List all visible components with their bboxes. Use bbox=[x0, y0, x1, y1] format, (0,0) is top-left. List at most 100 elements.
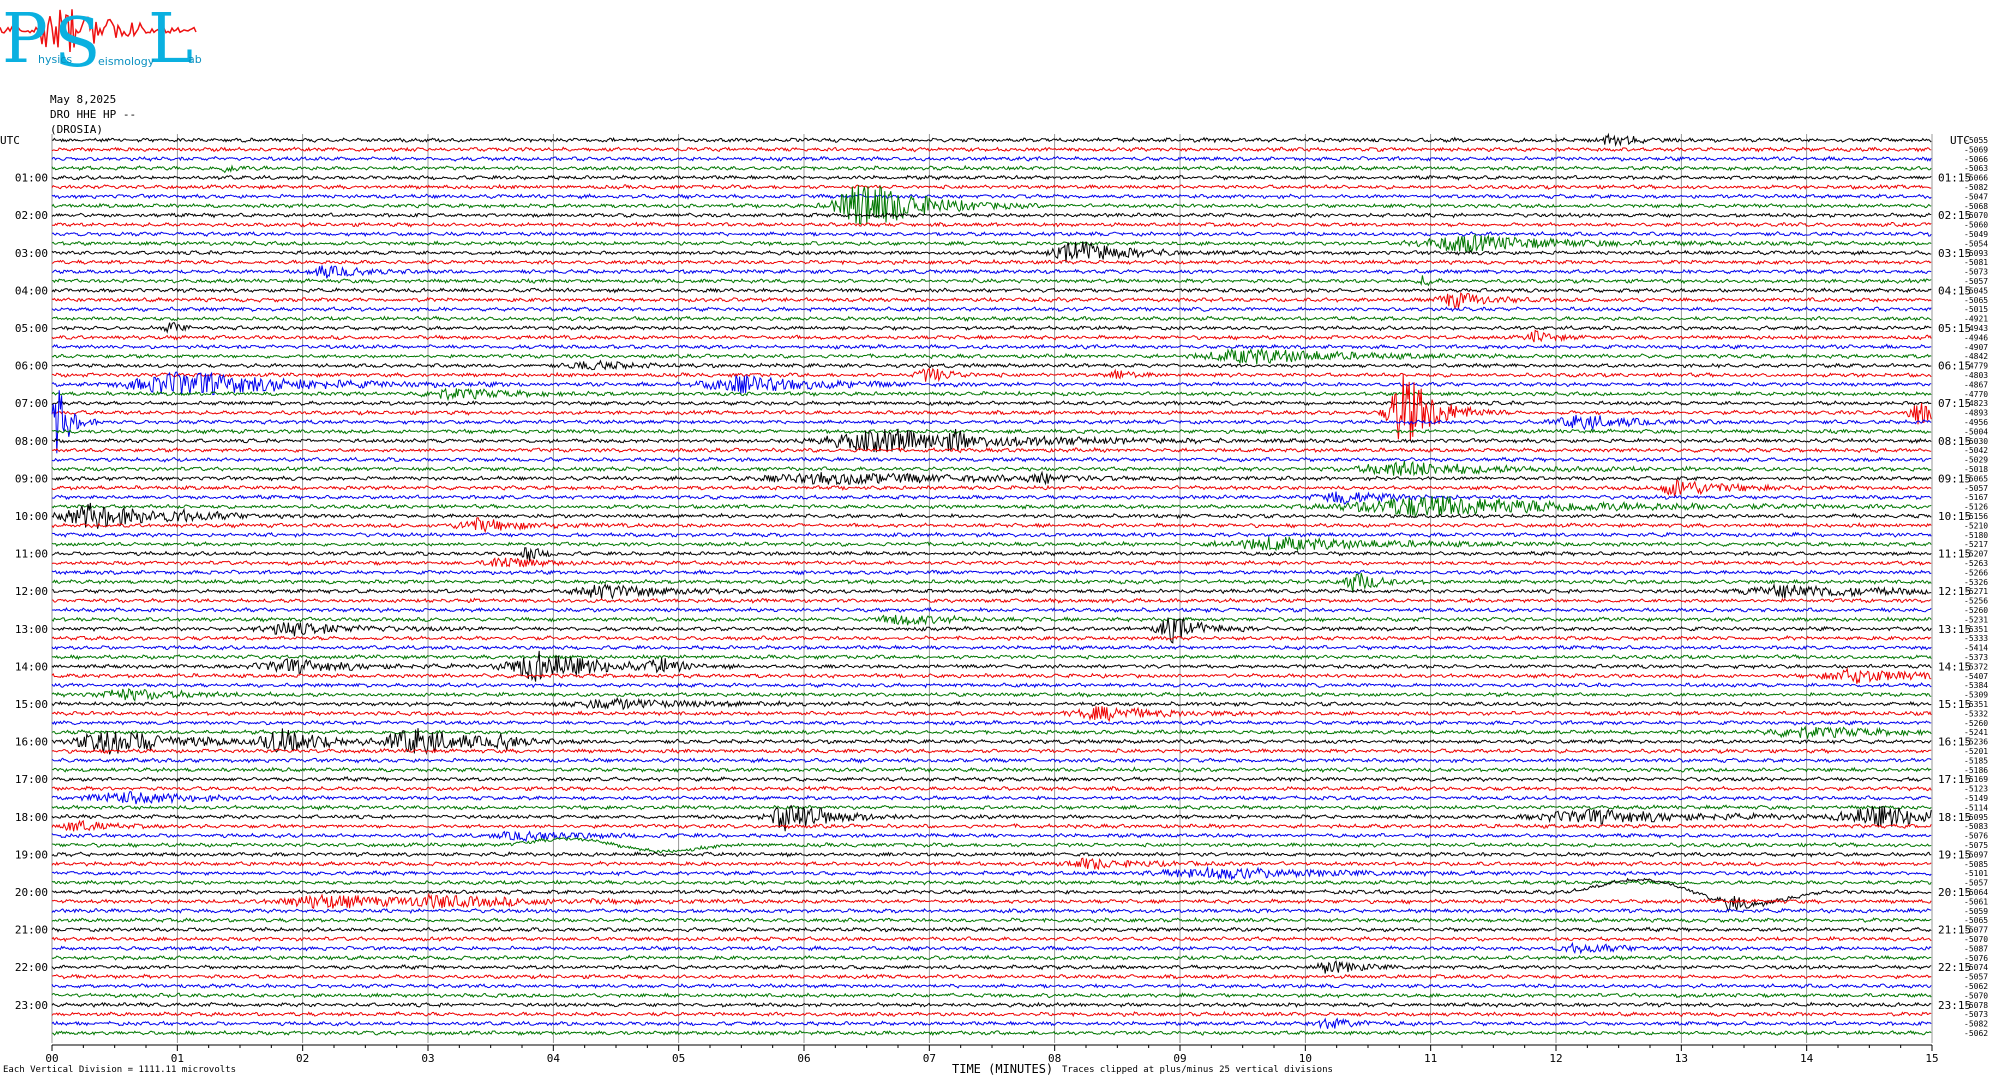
trace-line bbox=[51, 696, 1932, 711]
trace-offset-label: -4842 bbox=[1964, 352, 1988, 361]
trace-line bbox=[51, 851, 1932, 858]
trace-line bbox=[51, 347, 1932, 365]
trace-offset-label: -5070 bbox=[1964, 935, 1988, 944]
trace-offset-label: -5061 bbox=[1964, 897, 1988, 906]
trace-offset-label: -5095 bbox=[1964, 813, 1988, 822]
trace-offset-label: -5082 bbox=[1964, 1020, 1988, 1029]
trace-line bbox=[51, 653, 1932, 661]
trace-line bbox=[51, 992, 1932, 999]
hour-label-left: 18:00 bbox=[15, 811, 48, 824]
hour-label-left: 14:00 bbox=[15, 660, 48, 673]
trace-line bbox=[51, 1029, 1932, 1037]
x-tick-label: 09 bbox=[1173, 1052, 1186, 1065]
trace-line bbox=[51, 644, 1932, 651]
trace-line bbox=[51, 132, 1932, 147]
trace-offset-label: -5407 bbox=[1964, 672, 1988, 681]
trace-line bbox=[51, 535, 1932, 552]
trace-line bbox=[51, 1001, 1932, 1009]
hour-label-left: 21:00 bbox=[15, 924, 48, 937]
trace-offset-label: -5414 bbox=[1964, 644, 1988, 653]
hour-label-left: 19:00 bbox=[15, 848, 48, 861]
trace-offset-label: -5057 bbox=[1964, 973, 1988, 982]
x-axis-label: TIME (MINUTES) bbox=[952, 1062, 1054, 1076]
trace-offset-label: -5065 bbox=[1964, 474, 1988, 483]
trace-line bbox=[51, 1010, 1932, 1018]
trace-line bbox=[51, 569, 1932, 576]
trace-offset-label: -5015 bbox=[1964, 305, 1988, 314]
trace-offset-label: -4779 bbox=[1964, 362, 1988, 371]
trace-line bbox=[51, 725, 1932, 740]
trace-line bbox=[51, 892, 1932, 910]
trace-line bbox=[51, 682, 1932, 689]
trace-offset-label: -5063 bbox=[1964, 164, 1988, 173]
trace-offset-label: -5064 bbox=[1964, 888, 1988, 897]
trace-line bbox=[51, 470, 1932, 486]
trace-offset-label: -5217 bbox=[1964, 540, 1988, 549]
trace-offset-label: -4946 bbox=[1964, 333, 1988, 342]
trace-line bbox=[51, 606, 1932, 614]
trace-offset-label: -5057 bbox=[1964, 277, 1988, 286]
trace-offset-label: -5123 bbox=[1964, 785, 1988, 794]
hour-label-left: 09:00 bbox=[15, 472, 48, 485]
trace-offset-label: -4867 bbox=[1964, 380, 1988, 389]
x-tick-label: 10 bbox=[1299, 1052, 1312, 1065]
trace-offset-label: -5241 bbox=[1964, 728, 1988, 737]
trace-line bbox=[51, 1017, 1932, 1030]
trace-line bbox=[51, 400, 1932, 407]
trace-line bbox=[51, 766, 1932, 774]
trace-line bbox=[51, 428, 1932, 435]
trace-line bbox=[51, 329, 1932, 343]
trace-offset-label: -5256 bbox=[1964, 597, 1988, 606]
trace-offset-label: -4803 bbox=[1964, 371, 1988, 380]
trace-offset-label: -5185 bbox=[1964, 756, 1988, 765]
trace-line bbox=[51, 185, 1932, 225]
trace-offset-label: -5180 bbox=[1964, 531, 1988, 540]
trace-offset-label: -5169 bbox=[1964, 775, 1988, 784]
x-tick-label: 01 bbox=[171, 1052, 184, 1065]
trace-offset-label: -5087 bbox=[1964, 944, 1988, 953]
trace-offset-label: -5081 bbox=[1964, 258, 1988, 267]
hour-label-left: 08:00 bbox=[15, 435, 48, 448]
trace-offset-label: -5070 bbox=[1964, 991, 1988, 1000]
trace-offset-label: -5260 bbox=[1964, 606, 1988, 615]
trace-offset-label: -5271 bbox=[1964, 587, 1988, 596]
trace-line bbox=[51, 804, 1932, 811]
trace-line bbox=[51, 757, 1932, 764]
trace-offset-label: -5057 bbox=[1964, 879, 1988, 888]
hour-label-left: 10:00 bbox=[15, 510, 48, 523]
trace-line bbox=[51, 547, 1932, 561]
x-tick-label: 05 bbox=[672, 1052, 685, 1065]
x-tick-label: 04 bbox=[547, 1052, 561, 1065]
trace-offset-label: -5049 bbox=[1964, 230, 1988, 239]
trace-offset-label: -5066 bbox=[1964, 174, 1988, 183]
trace-offset-label: -5075 bbox=[1964, 841, 1988, 850]
trace-offset-label: -5085 bbox=[1964, 860, 1988, 869]
trace-line bbox=[51, 706, 1932, 723]
trace-offset-label: -5266 bbox=[1964, 568, 1988, 577]
trace-offset-label: -5351 bbox=[1964, 625, 1988, 634]
trace-offset-label: -5263 bbox=[1964, 559, 1988, 568]
trace-offset-label: -5068 bbox=[1964, 202, 1988, 211]
clip-note: Traces clipped at plus/minus 25 vertical… bbox=[1062, 1065, 1333, 1075]
trace-line bbox=[51, 597, 1932, 604]
trace-line bbox=[51, 359, 1932, 371]
trace-offset-label: -5030 bbox=[1964, 437, 1988, 446]
trace-line bbox=[51, 916, 1932, 924]
trace-offset-label: -5082 bbox=[1964, 183, 1988, 192]
trace-line bbox=[51, 776, 1932, 783]
trace-line bbox=[51, 719, 1932, 727]
trace-offset-label: -5073 bbox=[1964, 268, 1988, 277]
trace-offset-label: -5236 bbox=[1964, 738, 1988, 747]
trace-offset-label: -5065 bbox=[1964, 296, 1988, 305]
trace-offset-label: -5018 bbox=[1964, 465, 1988, 474]
trace-offset-label: -5055 bbox=[1964, 136, 1988, 145]
trace-line bbox=[51, 907, 1932, 915]
trace-line bbox=[51, 212, 1932, 219]
hour-label-left: 01:00 bbox=[15, 172, 48, 185]
trace-line bbox=[51, 183, 1932, 190]
trace-line bbox=[51, 747, 1932, 755]
trace-offset-label: -5004 bbox=[1964, 427, 1988, 436]
trace-line bbox=[51, 791, 1932, 805]
trace-offset-label: -4893 bbox=[1964, 409, 1988, 418]
trace-line bbox=[51, 935, 1932, 943]
